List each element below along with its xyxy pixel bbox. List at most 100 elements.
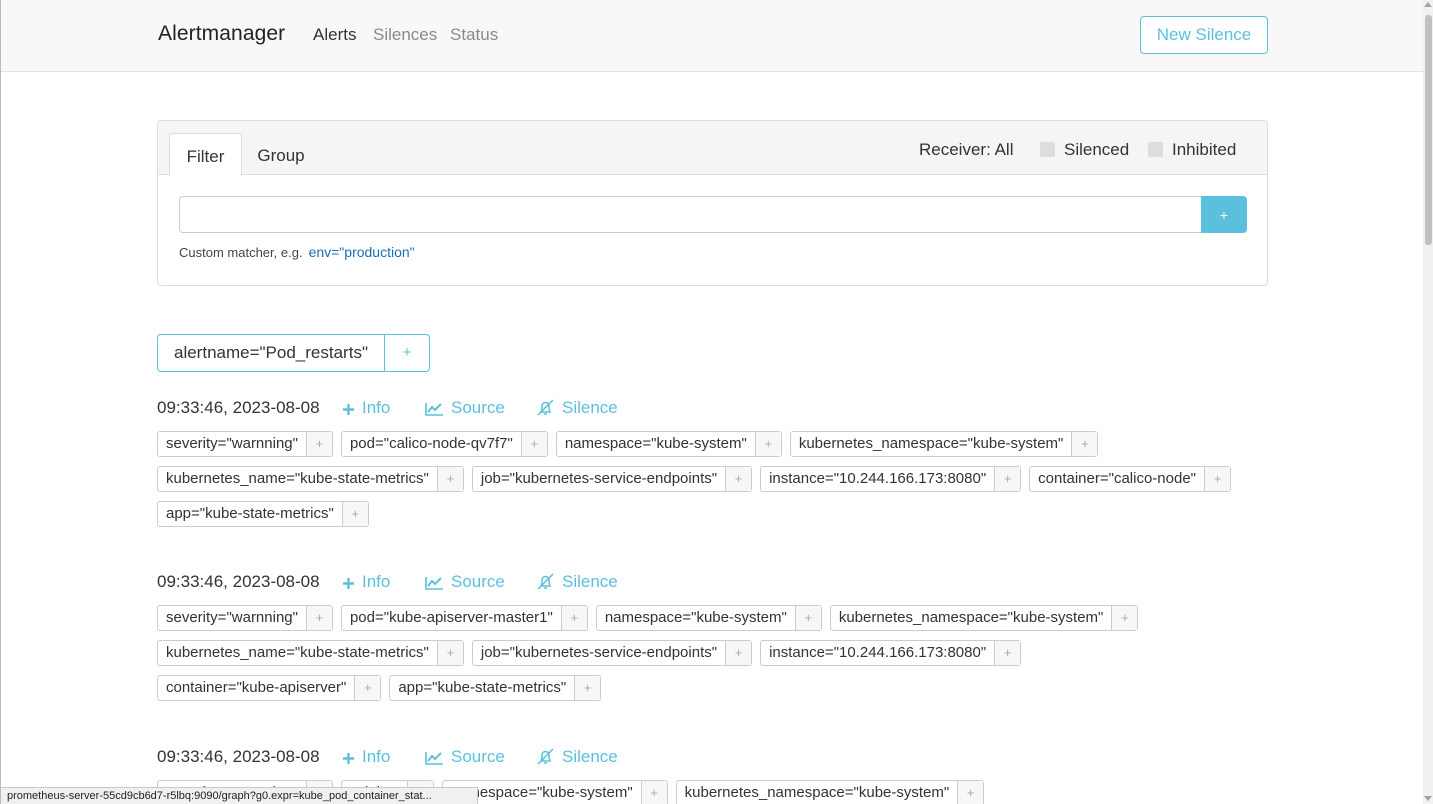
label-chip-add-button[interactable]: +: [640, 781, 667, 804]
label-chip-add-button[interactable]: +: [560, 606, 587, 630]
receiver-dropdown[interactable]: Receiver: All: [919, 140, 1013, 160]
label-chip-add-button[interactable]: +: [794, 606, 821, 630]
nav-status[interactable]: Status: [450, 25, 498, 45]
label-chip-add-button[interactable]: +: [341, 502, 368, 526]
label-chip-text[interactable]: severity="warnning": [158, 606, 306, 630]
alert-timestamp: 09:33:46, 2023-08-08: [157, 747, 320, 766]
label-chip-add-button[interactable]: +: [436, 641, 463, 665]
alert-silence-link[interactable]: Silence: [536, 747, 618, 767]
label-row: kubernetes_name="kube-state-metrics" + job…: [157, 466, 1239, 492]
label-chip-text[interactable]: kubernetes_namespace="kube-system": [677, 781, 958, 804]
label-chip: container="kube-apiserver" +: [157, 675, 382, 701]
label-row: severity="warnning" + pod="kube-apiserver-…: [157, 605, 1146, 631]
scroll-up-arrow-icon[interactable]: [1424, 2, 1432, 7]
label-chip-text[interactable]: container="kube-apiserver": [158, 676, 354, 700]
label-chip-text[interactable]: pod="calico-node-qv7f7": [342, 432, 521, 456]
label-chip-add-button[interactable]: +: [957, 781, 984, 804]
label-chip: pod="calico-node-qv7f7" +: [340, 431, 548, 457]
label-chip-text[interactable]: namespace="kube-system": [597, 606, 795, 630]
alert-silence-label: Silence: [562, 398, 618, 417]
nav-silences[interactable]: Silences: [373, 25, 437, 45]
label-chip-add-button[interactable]: +: [1071, 432, 1098, 456]
new-silence-button[interactable]: New Silence: [1140, 16, 1268, 54]
label-chip-add-button[interactable]: +: [725, 467, 752, 491]
silenced-checkbox[interactable]: Silenced: [1040, 140, 1129, 160]
alert-silence-label: Silence: [562, 572, 618, 591]
inhibited-checkbox-box[interactable]: [1148, 142, 1163, 157]
filter-panel: Filter Group Receiver: All Silenced Inhi…: [157, 120, 1268, 286]
alert-source-link[interactable]: Source: [425, 572, 505, 592]
alert-info-link[interactable]: Info: [342, 572, 390, 592]
plus-icon: [342, 572, 362, 591]
alert-item: 09:33:46, 2023-08-08 Info Source Silence sev…: [157, 396, 1277, 527]
label-row: kubernetes_name="kube-state-metrics" + job…: [157, 640, 1029, 666]
label-chip: kubernetes_namespace="kube-system" +: [675, 780, 985, 804]
alert-source-label: Source: [451, 572, 505, 591]
label-chip-text[interactable]: app="kube-state-metrics": [390, 676, 574, 700]
alert-info-link[interactable]: Info: [342, 747, 390, 767]
scroll-thumb[interactable]: [1425, 15, 1432, 245]
silenced-label: Silenced: [1064, 140, 1130, 159]
label-chip-text[interactable]: kubernetes_namespace="kube-system": [791, 432, 1072, 456]
tab-filter[interactable]: Filter: [169, 133, 242, 176]
brand-title[interactable]: Alertmanager: [158, 22, 285, 46]
group-add-button[interactable]: +: [385, 335, 429, 371]
label-chip-text[interactable]: kubernetes_name="kube-state-metrics": [158, 467, 437, 491]
label-chip-text[interactable]: app="kube-state-metrics": [158, 502, 342, 526]
label-chip: instance="10.244.166.173:8080" +: [760, 640, 1022, 666]
matcher-input[interactable]: [179, 196, 1202, 233]
label-chip-text[interactable]: instance="10.244.166.173:8080": [761, 467, 994, 491]
top-navbar: Alertmanager Alerts Silences Status New …: [1, 0, 1423, 72]
window-left-edge: [0, 0, 1, 804]
label-chip: kubernetes_name="kube-state-metrics" +: [157, 466, 464, 492]
label-chip-add-button[interactable]: +: [1111, 606, 1138, 630]
page-scrollbar[interactable]: [1423, 0, 1433, 804]
label-chip-add-button[interactable]: +: [994, 467, 1021, 491]
alert-header: 09:33:46, 2023-08-08 Info Source Silence: [157, 745, 1277, 769]
matcher-hint: Custom matcher, e.g. env="production": [179, 244, 415, 260]
line-chart-icon: [425, 398, 451, 417]
label-chip-text[interactable]: job="kubernetes-service-endpoints": [473, 641, 725, 665]
label-chip-text[interactable]: pod="kube-apiserver-master1": [342, 606, 561, 630]
inhibited-checkbox[interactable]: Inhibited: [1148, 140, 1236, 160]
alert-source-link[interactable]: Source: [425, 398, 505, 418]
plus-icon: [342, 747, 362, 766]
label-chip: severity="warnning"+: [157, 431, 333, 457]
label-chip-add-button[interactable]: +: [520, 432, 547, 456]
label-chip-add-button[interactable]: +: [754, 432, 781, 456]
scroll-down-arrow-icon[interactable]: [1424, 796, 1432, 801]
label-chip-add-button[interactable]: +: [1204, 467, 1230, 491]
label-chip: namespace="kube-system" +: [595, 605, 822, 631]
alert-timestamp: 09:33:46, 2023-08-08: [157, 572, 320, 591]
label-chip-add-button[interactable]: +: [574, 676, 601, 700]
browser-status-bar: prometheus-server-55cd9cb6d7-r5lbq:9090/…: [1, 787, 478, 804]
alert-silence-link[interactable]: Silence: [536, 572, 618, 592]
alert-source-label: Source: [451, 398, 505, 417]
label-chip-add-button[interactable]: +: [305, 606, 332, 630]
label-chip-text[interactable]: kubernetes_namespace="kube-system": [831, 606, 1112, 630]
alert-source-link[interactable]: Source: [425, 747, 505, 767]
label-chip: app="kube-state-metrics" +: [157, 501, 369, 527]
label-chip-add-button[interactable]: +: [994, 641, 1021, 665]
label-chip-text[interactable]: instance="10.244.166.173:8080": [761, 641, 994, 665]
label-chip-add-button[interactable]: +: [354, 676, 381, 700]
label-chip-text[interactable]: kubernetes_name="kube-state-metrics": [158, 641, 437, 665]
tab-group[interactable]: Group: [244, 133, 318, 176]
nav-alerts[interactable]: Alerts: [313, 25, 356, 45]
label-chip-add-button[interactable]: +: [305, 432, 332, 456]
label-chip-add-button[interactable]: +: [725, 641, 752, 665]
label-chip-text[interactable]: job="kubernetes-service-endpoints": [473, 467, 725, 491]
add-matcher-button[interactable]: +: [1201, 196, 1247, 233]
alert-info-link[interactable]: Info: [342, 398, 390, 418]
label-chip: severity="warnning"+: [157, 605, 333, 631]
group-tag: alertname="Pod_restarts" +: [157, 334, 430, 372]
silenced-checkbox-box[interactable]: [1040, 142, 1055, 157]
label-chip: namespace="kube-system" +: [555, 431, 782, 457]
label-chip-add-button[interactable]: +: [436, 467, 463, 491]
alert-source-label: Source: [451, 747, 505, 766]
alert-silence-link[interactable]: Silence: [536, 398, 618, 418]
label-chip-text[interactable]: namespace="kube-system": [557, 432, 755, 456]
label-chip-text[interactable]: container="calico-node": [1030, 467, 1204, 491]
label-chip-text[interactable]: severity="warnning": [158, 432, 306, 456]
bell-slash-icon: [536, 747, 562, 766]
